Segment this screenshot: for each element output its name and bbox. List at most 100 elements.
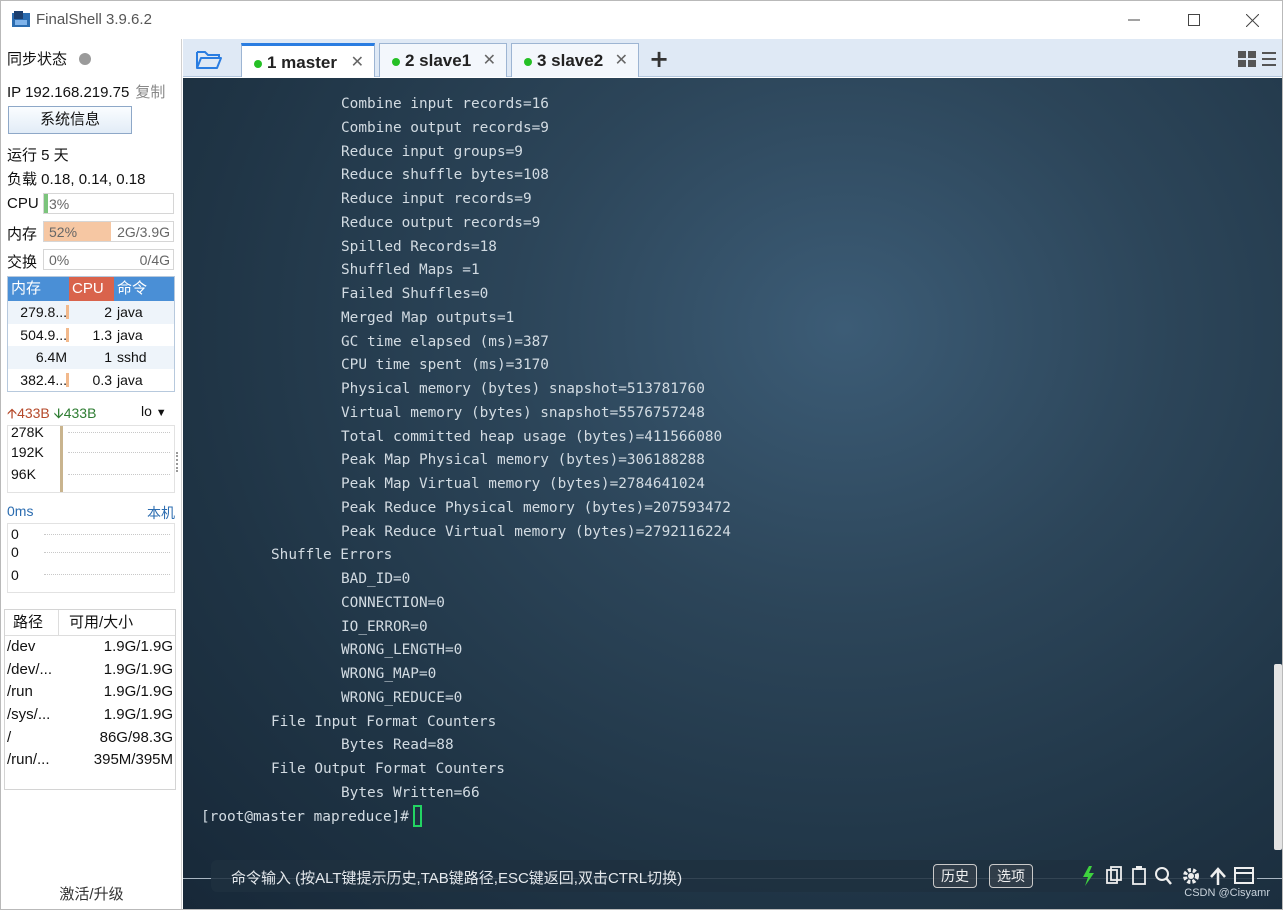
copy-icon[interactable]	[1106, 866, 1122, 884]
table-row[interactable]: 6.4M 1 sshd	[8, 346, 174, 369]
disk-path: /dev/...	[7, 660, 53, 678]
terminal-line: IO_ERROR=0	[341, 618, 428, 635]
process-mem-value: 504.9...	[20, 326, 67, 343]
process-mem: 504.9...	[8, 324, 69, 347]
options-button[interactable]: 选项	[989, 864, 1033, 888]
gear-icon[interactable]	[1183, 868, 1199, 884]
connected-dot-icon	[524, 58, 532, 66]
process-cpu: 2	[104, 304, 112, 320]
maximize-button[interactable]	[1171, 7, 1217, 33]
network-scale-low: 96K	[11, 466, 36, 482]
network-interface: lo	[141, 403, 152, 419]
search-icon[interactable]	[1155, 867, 1172, 885]
table-row[interactable]: /dev 1.9G/1.9G	[5, 636, 175, 659]
terminal-line: Merged Map outputs=1	[341, 309, 515, 326]
network-interface-select[interactable]: lo ▼	[141, 403, 167, 419]
disk-size: 86G/98.3G	[99, 728, 173, 746]
ping-value: 0	[11, 567, 19, 583]
grid-line	[68, 452, 170, 453]
process-mem-bar	[66, 305, 69, 319]
terminal-line: Shuffled Maps =1	[341, 262, 480, 279]
close-tab-icon[interactable]: ✕	[483, 50, 496, 70]
table-row[interactable]: /sys/... 1.9G/1.9G	[5, 704, 175, 727]
terminal-line: Shuffle Errors	[271, 547, 393, 564]
process-header-command[interactable]: 命令	[114, 277, 174, 301]
connected-dot-icon	[392, 58, 400, 66]
load-average: 负载 0.18, 0.14, 0.18	[7, 171, 146, 188]
close-tab-icon[interactable]: ✕	[351, 52, 364, 72]
table-row[interactable]: 279.8... 2 java	[8, 301, 174, 324]
table-row[interactable]: /run 1.9G/1.9G	[5, 681, 175, 704]
tab-3-slave2[interactable]: 3 slave2 ✕	[511, 43, 639, 77]
process-cpu: 0.3	[92, 371, 112, 388]
layout-grid-icon[interactable]	[1238, 49, 1278, 69]
mem-meter: 52% 2G/3.9G	[43, 221, 174, 242]
table-row[interactable]: 382.4... 0.3 java	[8, 369, 174, 392]
swap-percent: 0%	[49, 252, 70, 268]
minimize-button[interactable]	[1111, 7, 1157, 33]
grid-line	[68, 474, 170, 475]
shell-prompt: [root@master mapreduce]#	[201, 808, 409, 825]
process-header-mem[interactable]: 内存	[8, 277, 69, 301]
activate-upgrade-link[interactable]: 激活/升级	[1, 883, 182, 904]
process-header-cpu[interactable]: CPU	[69, 277, 114, 301]
table-row[interactable]: 504.9... 1.3 java	[8, 324, 174, 347]
paste-icon[interactable]	[1132, 866, 1146, 885]
upload-icon[interactable]	[1210, 867, 1226, 885]
add-tab-plus-icon[interactable]: +	[649, 45, 669, 73]
network-graph-bar	[60, 426, 63, 492]
maximize-icon	[1188, 14, 1200, 26]
copy-ip-link[interactable]: 复制	[135, 84, 165, 101]
download-arrow-icon: 🡫	[53, 405, 64, 421]
process-mem-value: 6.4M	[35, 349, 67, 365]
history-button[interactable]: 历史	[933, 864, 977, 888]
terminal-line: WRONG_MAP=0	[341, 666, 437, 682]
terminal-line: GC time elapsed (ms)=387	[341, 333, 549, 350]
system-info-button[interactable]: 系统信息	[8, 106, 132, 134]
disk-header-path[interactable]: 路径	[5, 610, 59, 635]
swap-amount: 0/4G	[139, 252, 170, 268]
ip-address: IP 192.168.219.75	[7, 84, 130, 101]
table-row[interactable]: / 86G/98.3G	[5, 727, 175, 750]
network-scale-mid: 192K	[11, 444, 44, 460]
terminal-line: File Input Format Counters	[271, 713, 497, 730]
resize-handle[interactable]	[176, 452, 179, 472]
command-input-hint[interactable]: 命令输入 (按ALT键提示历史,TAB键路径,ESC键返回,双击CTRL切换)	[231, 867, 682, 888]
tab-2-slave1[interactable]: 2 slave1 ✕	[379, 43, 507, 77]
process-mem-bar	[66, 372, 69, 387]
disk-path: /run	[7, 683, 33, 701]
terminal-line: Peak Map Physical memory (bytes)=3061882…	[341, 452, 705, 469]
terminal-line: Peak Map Virtual memory (bytes)=27846410…	[341, 476, 705, 492]
app-title: FinalShell 3.9.6.2	[36, 11, 152, 28]
cpu-percent: 3%	[49, 196, 70, 212]
terminal-line: Reduce input groups=9	[341, 143, 523, 160]
process-command: java	[117, 326, 143, 343]
table-row[interactable]: /dev/... 1.9G/1.9G	[5, 659, 175, 682]
sync-status: 同步状态	[7, 48, 92, 69]
ping-value: 0	[11, 544, 19, 560]
network-graph: 278K 192K 96K	[7, 424, 178, 493]
terminal-scrollbar[interactable]	[1274, 664, 1282, 850]
table-row[interactable]: /run/... 395M/395M	[5, 749, 175, 772]
grid-line	[44, 534, 170, 535]
folder-open-icon[interactable]	[195, 48, 223, 70]
ping-latency: 0ms	[7, 503, 34, 519]
process-mem-value: 382.4...	[20, 371, 67, 388]
ping-host[interactable]: 本机	[147, 503, 175, 523]
close-window-button[interactable]	[1229, 7, 1275, 33]
terminal-line: Combine input records=16	[341, 96, 549, 112]
disk-table: 路径 可用/大小 /dev 1.9G/1.9G /dev/... 1.9G/1.9G…	[4, 609, 176, 791]
lightning-icon[interactable]	[1083, 866, 1094, 886]
terminal-line: Physical memory (bytes) snapshot=5137817…	[341, 381, 705, 397]
command-input-bar[interactable]: 命令输入 (按ALT键提示历史,TAB键路径,ESC键返回,双击CTRL切换) …	[211, 860, 1257, 892]
window-icon[interactable]	[1234, 867, 1254, 884]
terminal-area[interactable]: Combine input records=16 Combine output r…	[183, 78, 1282, 909]
disk-table-filler	[5, 772, 175, 789]
disk-header-size[interactable]: 可用/大小	[59, 610, 133, 635]
close-tab-icon[interactable]: ✕	[615, 50, 628, 70]
disk-size: 1.9G/1.9G	[103, 683, 173, 701]
tab-1-master[interactable]: 1 master ✕	[241, 43, 375, 77]
terminal-line: WRONG_LENGTH=0	[341, 642, 463, 659]
sidebar: 同步状态 IP 192.168.219.75 复制 系统信息 运行 5 天 负载 …	[1, 39, 182, 909]
disk-table-header: 路径 可用/大小	[5, 610, 175, 636]
